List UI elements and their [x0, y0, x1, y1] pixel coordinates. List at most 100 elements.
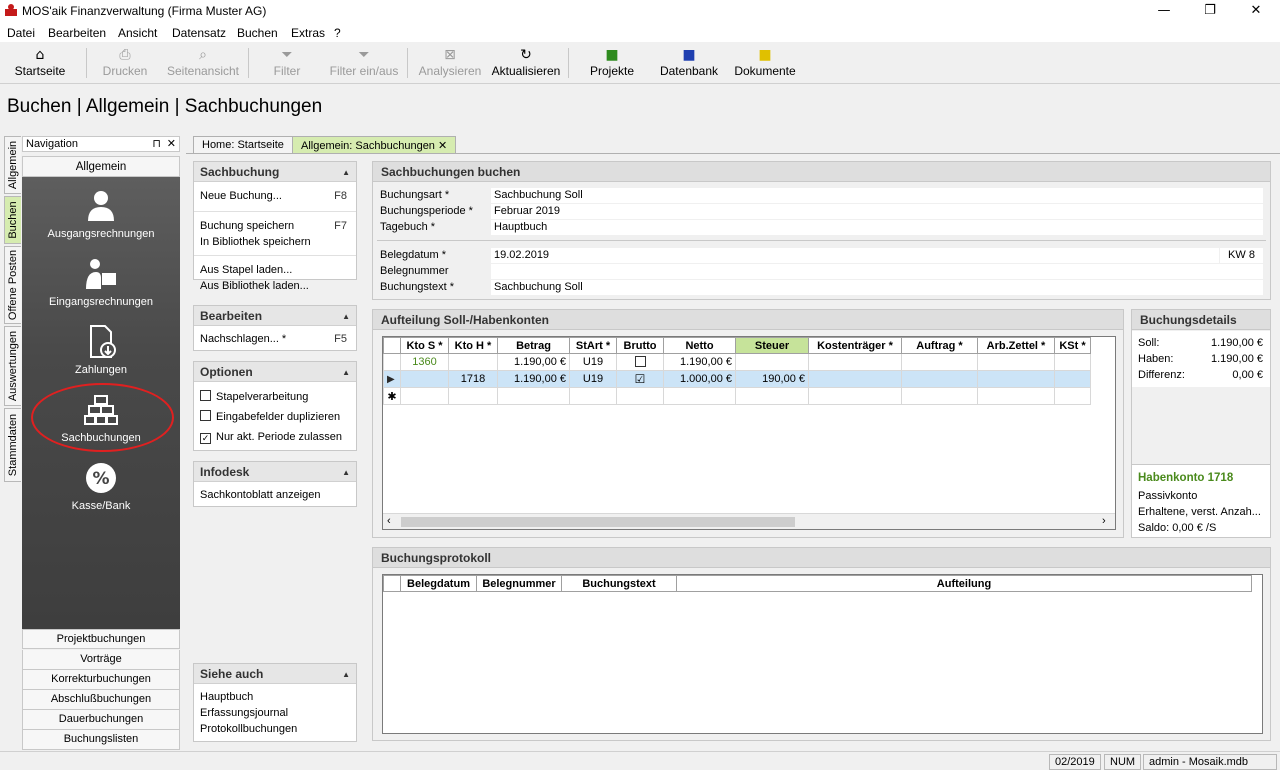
belegdatum-field[interactable]: 19.02.2019 — [491, 248, 1219, 263]
col-belegnummer[interactable]: Belegnummer — [476, 575, 562, 592]
doc-tab-close-icon[interactable]: ✕ — [438, 140, 447, 152]
nav-vortraege[interactable]: Vorträge — [22, 650, 180, 670]
col-kst[interactable]: KSt * — [1054, 337, 1091, 354]
nav-projektbuchungen[interactable]: Projektbuchungen — [22, 629, 180, 649]
col-aufteilung[interactable]: Aufteilung — [676, 575, 1252, 592]
option-stapelverarbeitung[interactable]: Stapelverarbeitung — [194, 387, 356, 407]
row-indicator-current[interactable]: ▶ — [383, 370, 401, 388]
menu-help[interactable]: ? — [334, 26, 341, 40]
col-betrag[interactable]: Betrag — [497, 337, 570, 354]
table-row-selected[interactable]: ▶ 1718 1.190,00 € U19 ☑ 1.000,00 € 190,0… — [383, 370, 1091, 388]
cell-kto-s[interactable] — [400, 387, 449, 405]
col-kto-s[interactable]: Kto S * — [400, 337, 449, 354]
cell-start[interactable] — [569, 387, 617, 405]
col-brutto[interactable]: Brutto — [616, 337, 664, 354]
cell-kto-s[interactable] — [400, 370, 449, 388]
cell-kst[interactable] — [1054, 353, 1091, 371]
buchungsart-field[interactable]: Sachbuchung Soll — [491, 188, 1263, 203]
nav-item-eingangsrechnungen[interactable]: Eingangsrechnungen — [22, 256, 180, 308]
bibliothek-laden-link[interactable]: Aus Bibliothek laden... — [194, 278, 356, 294]
nav-item-zahlungen[interactable]: Zahlungen — [22, 324, 180, 376]
col-steuer[interactable]: Steuer — [735, 337, 809, 354]
tagebuch-field[interactable]: Hauptbuch — [491, 220, 1263, 235]
cell-auftrag[interactable] — [901, 387, 978, 405]
nav-abschlussbuchungen[interactable]: Abschlußbuchungen — [22, 690, 180, 710]
nav-buchungslisten[interactable]: Buchungslisten — [22, 730, 180, 750]
brutto-checkbox-checked[interactable]: ☑ — [635, 372, 646, 386]
scroll-left-icon[interactable]: ‹ — [387, 515, 391, 527]
side-tab-allgemein[interactable]: Allgemein — [4, 136, 21, 194]
nav-item-ausgangsrechnungen[interactable]: Ausgangsrechnungen — [22, 188, 180, 240]
menu-bearbeiten[interactable]: Bearbeiten — [48, 26, 106, 40]
menu-datei[interactable]: Datei — [7, 26, 35, 40]
cell-netto[interactable] — [663, 387, 736, 405]
cell-kostentraeger[interactable] — [808, 370, 902, 388]
nav-dauerbuchungen[interactable]: Dauerbuchungen — [22, 710, 180, 730]
neue-buchung-link[interactable]: Neue Buchung... F8 — [194, 188, 356, 204]
scroll-right-icon[interactable]: › — [1102, 515, 1106, 527]
buchung-speichern-link[interactable]: Buchung speichern F7 — [194, 218, 356, 234]
cell-steuer[interactable]: 190,00 € — [735, 370, 809, 388]
cell-start[interactable]: U19 — [569, 353, 617, 371]
close-button[interactable]: ✕ — [1233, 0, 1279, 22]
projekte-button[interactable]: ■ Projekte — [585, 46, 639, 82]
protokollbuchungen-link[interactable]: Protokollbuchungen — [194, 721, 356, 737]
navigation-section-allgemein[interactable]: Allgemein — [22, 156, 180, 177]
brutto-checkbox[interactable] — [634, 355, 646, 367]
datenbank-button[interactable]: ■ Datenbank — [656, 46, 722, 82]
cell-kst[interactable] — [1054, 370, 1091, 388]
aktualisieren-button[interactable]: ↻ Aktualisieren — [490, 46, 562, 82]
drucken-button[interactable]: ⎙ Drucken — [98, 46, 152, 82]
table-row-new[interactable]: ✱ — [383, 387, 1091, 405]
cell-steuer[interactable] — [735, 353, 809, 371]
collapse-arrow-icon[interactable]: ▲ — [342, 368, 350, 377]
side-tab-auswertungen[interactable]: Auswertungen — [4, 326, 21, 406]
horizontal-scrollbar[interactable]: ‹ › — [383, 513, 1115, 529]
seitenansicht-button[interactable]: ⌕ Seitenansicht — [164, 46, 242, 82]
cell-kostentraeger[interactable] — [808, 387, 902, 405]
cell-netto[interactable]: 1.190,00 € — [663, 353, 736, 371]
erfassungsjournal-link[interactable]: Erfassungsjournal — [194, 705, 356, 721]
row-indicator[interactable] — [383, 353, 401, 371]
bibliothek-speichern-link[interactable]: In Bibliothek speichern — [194, 234, 356, 250]
belegnummer-field[interactable] — [491, 264, 1263, 279]
col-netto[interactable]: Netto — [663, 337, 736, 354]
menu-extras[interactable]: Extras — [291, 26, 325, 40]
cell-netto[interactable]: 1.000,00 € — [663, 370, 736, 388]
restore-button[interactable]: ❐ — [1187, 0, 1233, 22]
cell-betrag[interactable] — [497, 387, 570, 405]
col-kto-h[interactable]: Kto H * — [448, 337, 498, 354]
side-tab-stammdaten[interactable]: Stammdaten — [4, 408, 21, 482]
pin-icon[interactable]: ⊓ — [152, 137, 161, 150]
collapse-arrow-icon[interactable]: ▲ — [342, 312, 350, 321]
col-kostentraeger[interactable]: Kostenträger * — [808, 337, 902, 354]
startseite-button[interactable]: ⌂ Startseite — [12, 46, 68, 82]
sachkontoblatt-link[interactable]: Sachkontoblatt anzeigen — [194, 487, 356, 503]
hauptbuch-link[interactable]: Hauptbuch — [194, 689, 356, 705]
doc-tab-sachbuchungen[interactable]: Allgemein: Sachbuchungen ✕ — [292, 136, 457, 153]
cell-betrag[interactable]: 1.190,00 € — [497, 370, 570, 388]
cell-kto-s[interactable]: 1360 — [400, 353, 449, 371]
cell-kto-h[interactable] — [448, 387, 498, 405]
navigation-close-icon[interactable]: ✕ — [167, 137, 176, 150]
cell-arbzettel[interactable] — [977, 353, 1055, 371]
menu-ansicht[interactable]: Ansicht — [118, 26, 157, 40]
collapse-arrow-icon[interactable]: ▲ — [342, 670, 350, 679]
filter-button[interactable]: ⏷ Filter — [266, 46, 308, 82]
cell-steuer[interactable] — [735, 387, 809, 405]
buchungstext-field[interactable]: Sachbuchung Soll — [491, 280, 1263, 295]
option-eingabefelder-duplizieren[interactable]: Eingabefelder duplizieren — [194, 407, 356, 427]
col-belegdatum[interactable]: Belegdatum — [400, 575, 477, 592]
cell-auftrag[interactable] — [901, 370, 978, 388]
cell-auftrag[interactable] — [901, 353, 978, 371]
checkbox[interactable] — [200, 410, 211, 421]
col-arbzettel[interactable]: Arb.Zettel * — [977, 337, 1055, 354]
cell-brutto[interactable] — [616, 387, 664, 405]
checkbox[interactable] — [200, 390, 211, 401]
buchungsperiode-field[interactable]: Februar 2019 — [491, 204, 1263, 219]
cell-arbzettel[interactable] — [977, 387, 1055, 405]
side-tab-buchen[interactable]: Buchen — [4, 196, 21, 244]
nav-korrekturbuchungen[interactable]: Korrekturbuchungen — [22, 670, 180, 690]
collapse-arrow-icon[interactable]: ▲ — [342, 168, 350, 177]
nachschlagen-link[interactable]: Nachschlagen... * F5 — [194, 331, 356, 347]
